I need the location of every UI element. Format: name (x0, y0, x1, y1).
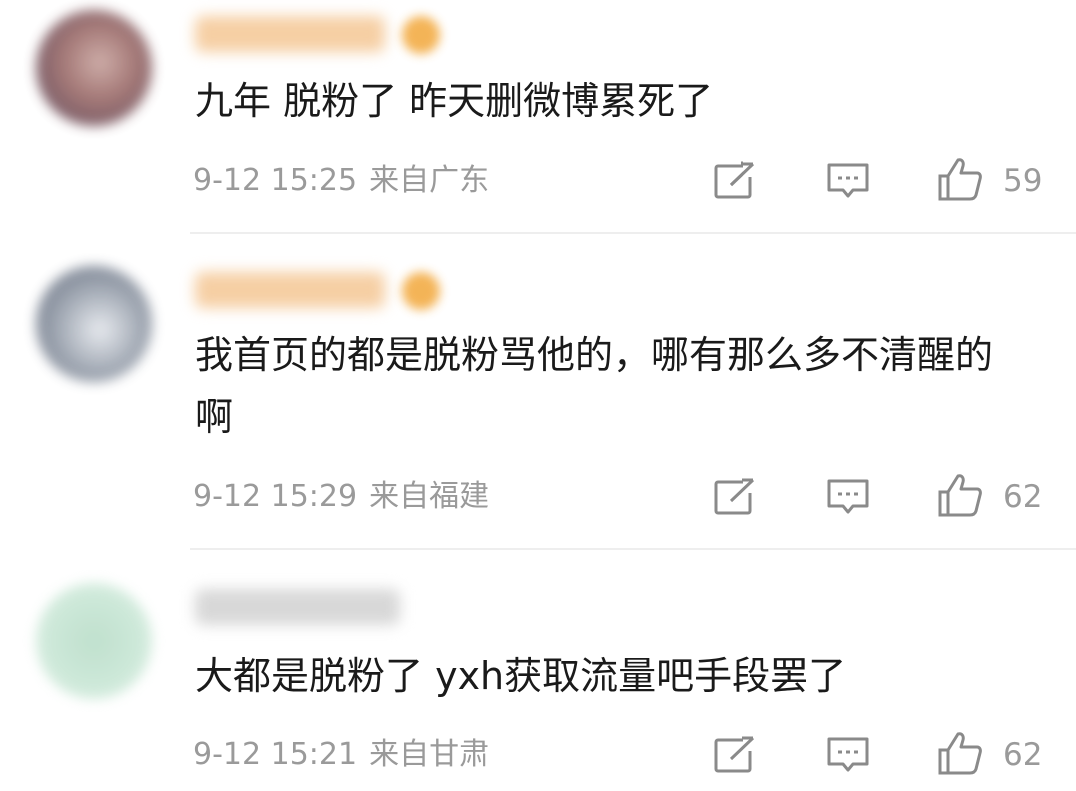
comment-location: 来自福建 (369, 479, 490, 514)
username-blurred[interactable] (195, 16, 385, 52)
divider (190, 548, 1076, 550)
comment-date: 9-12 15:29 (193, 479, 358, 514)
comment-meta: 9-12 15:25 来自广东 (193, 163, 489, 199)
thumbs-up-icon[interactable] (937, 156, 983, 202)
avatar[interactable] (36, 266, 152, 382)
like-count: 59 (1003, 163, 1043, 199)
comment-icon[interactable] (826, 161, 870, 201)
share-icon[interactable] (713, 735, 757, 775)
verified-badge-icon (402, 16, 440, 54)
avatar[interactable] (36, 583, 152, 699)
comment-text: 我首页的都是脱粉骂他的，哪有那么多不清醒的啊 (195, 333, 994, 439)
comment-meta: 9-12 15:29 来自福建 (193, 479, 489, 515)
username-blurred[interactable] (195, 589, 400, 625)
comment-location: 来自甘肃 (369, 737, 490, 772)
share-icon[interactable] (713, 477, 757, 517)
comment-meta: 9-12 15:21 来自甘肃 (193, 737, 489, 773)
comment-date: 9-12 15:21 (193, 737, 358, 772)
share-icon[interactable] (713, 161, 757, 201)
comment-icon[interactable] (826, 477, 870, 517)
like-count: 62 (1003, 737, 1043, 773)
avatar[interactable] (36, 10, 152, 126)
comment-location: 来自广东 (369, 163, 490, 198)
username-blurred[interactable] (195, 272, 385, 308)
comment-icon[interactable] (826, 735, 870, 775)
divider (190, 232, 1076, 234)
like-count: 62 (1003, 479, 1043, 515)
verified-badge-icon (402, 272, 440, 310)
comment-text: 大都是脱粉了 yxh获取流量吧手段罢了 (195, 654, 847, 698)
thumbs-up-icon[interactable] (937, 730, 983, 776)
thumbs-up-icon[interactable] (937, 472, 983, 518)
comment-date: 9-12 15:25 (193, 163, 358, 198)
comment-text: 九年 脱粉了 昨天删微博累死了 (195, 79, 714, 123)
